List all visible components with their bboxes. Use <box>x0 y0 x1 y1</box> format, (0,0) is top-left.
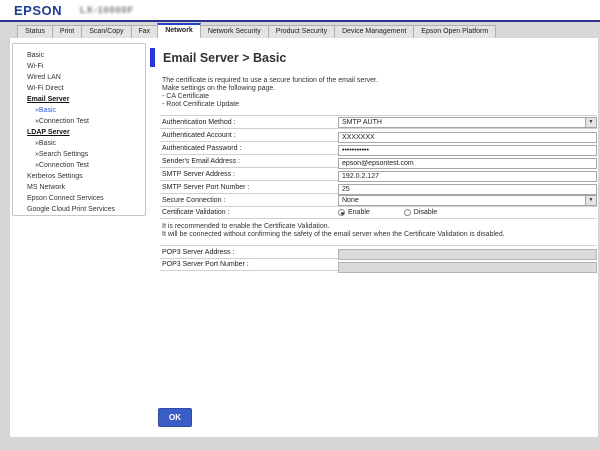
radio-label: Disable <box>414 209 437 216</box>
certificate-validation-radio-group: Enable Disable <box>338 209 597 216</box>
sidebar-section-email-server[interactable]: Email Server <box>27 94 145 105</box>
sidebar-item-email-server-connection-test[interactable]: »Connection Test <box>27 116 145 127</box>
form-row: SMTP Server Port Number : <box>160 180 597 193</box>
field-label: SMTP Server Address : <box>160 171 338 178</box>
radio-selected-icon[interactable] <box>338 209 345 216</box>
field-label: Authentication Method : <box>160 119 338 126</box>
sidebar-item-ldap-connection-test[interactable]: »Connection Test <box>27 160 145 171</box>
content-area: Basic Wi-Fi Wired LAN Wi-Fi Direct Email… <box>10 38 598 437</box>
form-row: Certificate Validation : Enable Disable <box>160 206 597 219</box>
sidebar-item-ldap-basic[interactable]: »Basic <box>27 138 145 149</box>
description-line: Make settings on the following page. <box>162 85 597 93</box>
header: EPSON LX-10000F <box>0 0 600 20</box>
tab-bar: Status Print Scan/Copy Fax Network Netwo… <box>0 22 600 38</box>
tab-network-security[interactable]: Network Security <box>200 25 269 38</box>
pop3-server-port-number-input <box>338 262 597 273</box>
radio-unselected-icon[interactable] <box>404 209 411 216</box>
sidebar-item-google-cloud-print-services[interactable]: Google Cloud Print Services <box>27 204 145 215</box>
page-title: Email Server > Basic <box>163 51 286 65</box>
tab-print[interactable]: Print <box>52 25 82 38</box>
tab-status[interactable]: Status <box>17 25 53 38</box>
tab-scan-copy[interactable]: Scan/Copy <box>81 25 131 38</box>
sidebar-item-ldap-search-settings[interactable]: »Search Settings <box>27 149 145 160</box>
smtp-server-port-number-input[interactable] <box>338 184 597 195</box>
field-label: Authenticated Password : <box>160 145 338 152</box>
ok-button[interactable]: OK <box>158 408 192 427</box>
sidebar-item-wifi[interactable]: Wi-Fi <box>27 61 145 72</box>
tab-fax[interactable]: Fax <box>131 25 159 38</box>
sidebar-item-wifi-direct[interactable]: Wi-Fi Direct <box>27 83 145 94</box>
field-label: POP3 Server Address : <box>160 249 338 256</box>
tab-device-management[interactable]: Device Management <box>334 25 414 38</box>
dropdown-arrow-icon[interactable]: ▼ <box>585 196 596 205</box>
form-row: Secure Connection : None ▼ <box>160 193 597 206</box>
note-line: It is recommended to enable the Certific… <box>162 223 597 231</box>
title-accent-bar <box>150 48 155 67</box>
tab-product-security[interactable]: Product Security <box>268 25 335 38</box>
tab-network[interactable]: Network <box>157 23 201 38</box>
sidebar-item-email-server-basic[interactable]: »Basic <box>27 105 145 116</box>
sidebar-item-basic[interactable]: Basic <box>27 50 145 61</box>
sidebar-item-epson-connect-services[interactable]: Epson Connect Services <box>27 193 145 204</box>
note-line: It will be connected without confirming … <box>162 231 597 239</box>
epson-logo: EPSON <box>14 3 62 18</box>
sidebar-section-ldap-server[interactable]: LDAP Server <box>27 127 145 138</box>
tab-epson-open-platform[interactable]: Epson Open Platform <box>413 25 496 38</box>
sidebar-item-ms-network[interactable]: MS Network <box>27 182 145 193</box>
select-value: None <box>339 196 596 205</box>
field-label: SMTP Server Port Number : <box>160 184 338 191</box>
field-label: Sender's Email Address : <box>160 158 338 165</box>
field-label: Secure Connection : <box>160 197 338 204</box>
description-line: - CA Certificate <box>162 93 597 101</box>
pop3-form: POP3 Server Address : POP3 Server Port N… <box>160 245 597 271</box>
sidebar-item-wired-lan[interactable]: Wired LAN <box>27 72 145 83</box>
sidebar-item-kerberos-settings[interactable]: Kerberos Settings <box>27 171 145 182</box>
certificate-validation-note: It is recommended to enable the Certific… <box>162 223 597 239</box>
form-row: POP3 Server Port Number : <box>160 258 597 271</box>
email-server-form: Authentication Method : SMTP AUTH ▼ Auth… <box>160 115 597 219</box>
field-label: Certificate Validation : <box>160 209 338 216</box>
main-panel: Email Server > Basic The certificate is … <box>150 48 597 271</box>
field-label: POP3 Server Port Number : <box>160 261 338 268</box>
printer-model-label: LX-10000F <box>80 5 134 15</box>
sidebar: Basic Wi-Fi Wired LAN Wi-Fi Direct Email… <box>12 43 146 216</box>
page-description: The certificate is required to use a sec… <box>162 77 597 109</box>
secure-connection-select[interactable]: None ▼ <box>338 195 597 206</box>
radio-label: Enable <box>348 209 370 216</box>
field-label: Authenticated Account : <box>160 132 338 139</box>
description-line: - Root Certificate Update <box>162 101 597 109</box>
description-line: The certificate is required to use a sec… <box>162 77 597 85</box>
disable-radio[interactable]: Disable <box>404 209 437 216</box>
enable-radio[interactable]: Enable <box>338 209 370 216</box>
